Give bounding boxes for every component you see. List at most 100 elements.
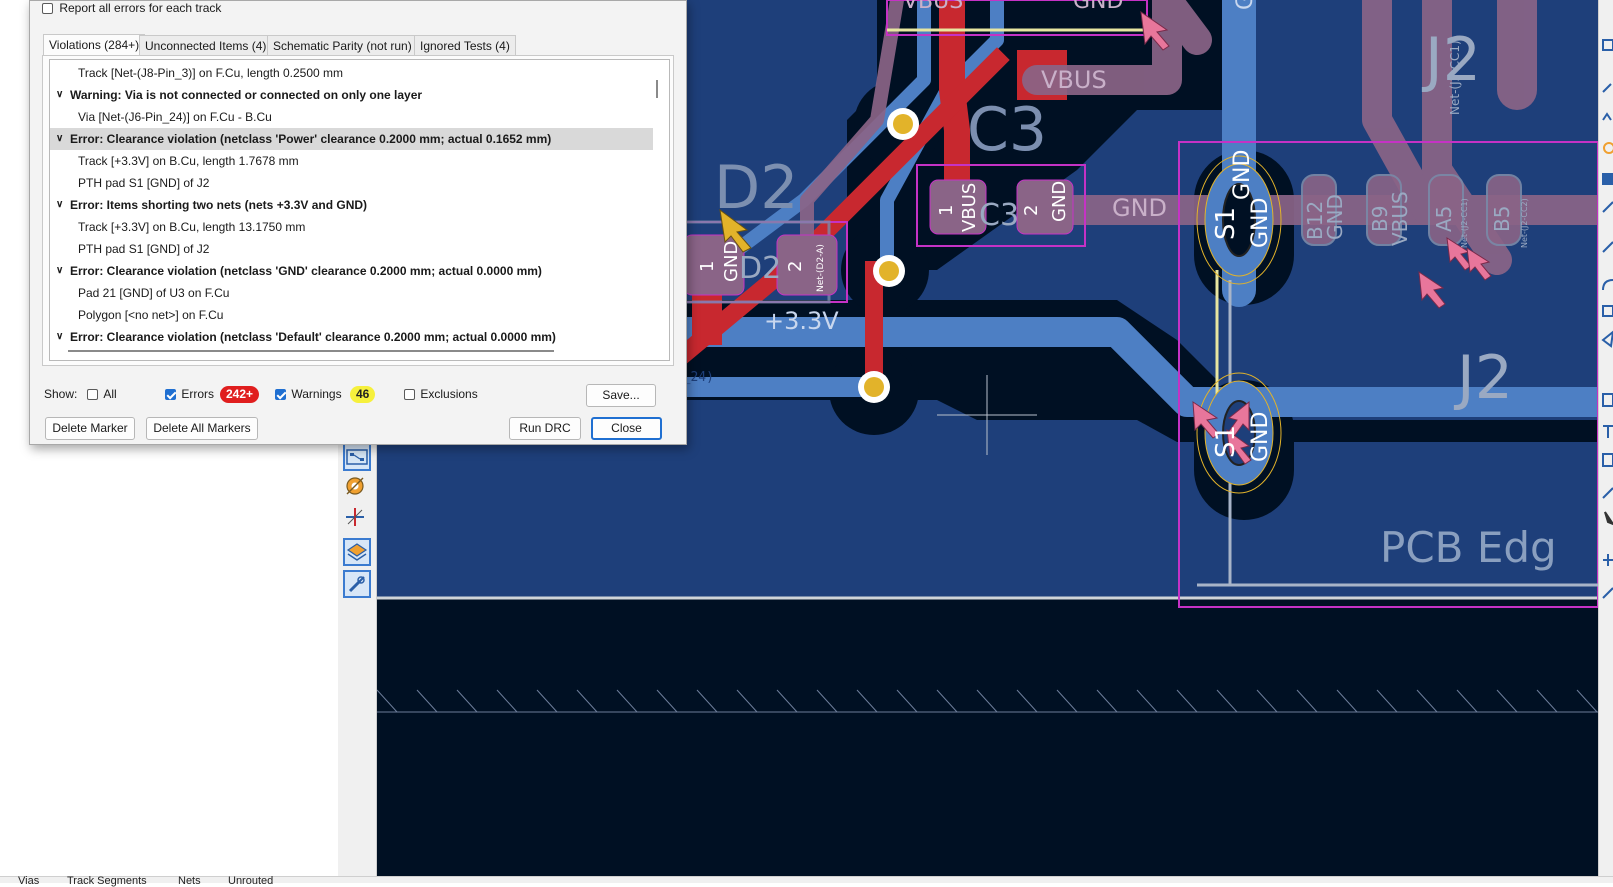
draw-line-icon: [1602, 241, 1613, 253]
run-drc-button[interactable]: Run DRC: [509, 417, 581, 440]
via-display-icon[interactable]: [343, 474, 371, 502]
route-diff-pair-icon: [1602, 112, 1612, 121]
vertical-scrollbar[interactable]: [656, 80, 658, 98]
right-toolbar: [1598, 0, 1613, 876]
list-item[interactable]: Track [+3.3V] on B.Cu, length 1.7678 mm: [50, 150, 653, 172]
list-item[interactable]: ∨ Warning: Via is not connected or connec…: [50, 84, 653, 106]
layers-icon[interactable]: [343, 538, 371, 566]
ratsnest-icon[interactable]: [343, 505, 371, 533]
c3-reference-large: C3: [967, 95, 1047, 165]
list-item[interactable]: PTH pad S1 [GND] of J2: [50, 172, 653, 194]
c3-pin2: 2: [1021, 205, 1042, 216]
filter-errors-checkbox[interactable]: [165, 389, 176, 400]
d2-reference: D2: [714, 153, 798, 223]
list-item[interactable]: ∨ Error: Clearance violation (netclass 'D…: [50, 326, 653, 348]
v33-net-label: +3.3V: [764, 307, 839, 335]
cursor-icon: [1604, 511, 1613, 526]
vbus-top-label: VBUS: [903, 0, 963, 14]
g-top-label: G: [1233, 0, 1258, 10]
net-cc2-small: Net-(J2-CC2): [1520, 198, 1529, 248]
list-item[interactable]: ∨ Error: Items shorting two nets (nets +3…: [50, 194, 653, 216]
warnings-count-badge: 46: [350, 386, 376, 403]
pcb-edge-label: PCB Edg: [1380, 523, 1557, 572]
add-keepout-icon: [1602, 201, 1613, 213]
add-text-icon: [1603, 425, 1613, 438]
tab-unconnected-items[interactable]: Unconnected Items (4): [139, 35, 273, 55]
properties-icon[interactable]: [343, 570, 371, 598]
s1-bottom-label: S1: [1211, 425, 1241, 458]
c3-reference: C3: [979, 198, 1019, 233]
delete-all-markers-button[interactable]: Delete All Markers: [146, 417, 258, 440]
filter-all[interactable]: All: [87, 387, 117, 401]
errors-count-badge: 242+: [220, 386, 260, 403]
b9-vbus-label: VBUS: [1388, 191, 1412, 246]
draw-arc-icon: [1602, 279, 1613, 291]
filter-exclusions-checkbox[interactable]: [404, 389, 415, 400]
select-icon: [1602, 39, 1613, 51]
report-all-label: Report all errors for each track: [59, 1, 222, 15]
add-zone-icon: [1602, 173, 1613, 185]
list-item[interactable]: PTH pad S1 [GND] of J2: [50, 238, 653, 260]
via: [887, 108, 919, 140]
filter-warnings-checkbox[interactable]: [275, 389, 286, 400]
list-item[interactable]: Track [Net-(J8-Pin_3)] on F.Cu, length 0…: [50, 62, 653, 84]
s1-gnd-c: GND: [1248, 412, 1273, 462]
report-all-checkbox[interactable]: [42, 3, 53, 14]
drc-dialog: Report all errors for each track Violati…: [29, 0, 687, 445]
list-item[interactable]: ∨ Error: Clearance violation (netclass 'G…: [50, 260, 653, 282]
status-unrouted: Unrouted: [228, 875, 274, 887]
left-toolbar: [338, 440, 377, 876]
add-textbox-icon: [1602, 453, 1613, 467]
measure-icon: [1602, 587, 1613, 599]
gnd-net-label: GND: [1112, 194, 1167, 222]
c3-gnd: GND: [1049, 181, 1070, 222]
s1-top-label: S1: [1211, 207, 1241, 240]
a5-label: A5: [1432, 206, 1456, 232]
net-cc1-label: Net-(J2-CC1): [1448, 40, 1462, 115]
list-item-selected[interactable]: ∨ Error: Clearance violation (netclass 'P…: [50, 128, 653, 150]
hatched-zone: [377, 689, 1598, 713]
list-item[interactable]: Polygon [<no net>] on F.Cu: [50, 304, 653, 326]
list-item[interactable]: Pad 21 [GND] of U3 on F.Cu: [50, 282, 653, 304]
filter-exclusions[interactable]: Exclusions: [404, 387, 478, 401]
list-item[interactable]: Via [Net-(J6-Pin_24)] on F.Cu - B.Cu: [50, 106, 653, 128]
filter-all-checkbox[interactable]: [87, 389, 98, 400]
delete-marker-button[interactable]: Delete Marker: [45, 417, 135, 440]
d2-pin2: 2: [785, 261, 806, 272]
status-nets: Nets: [178, 875, 201, 887]
add-via-icon: [1603, 142, 1613, 154]
show-label: Show:: [44, 387, 78, 401]
dimension-icon: [1602, 487, 1613, 499]
d2-pin1: 1: [697, 261, 718, 272]
save-button[interactable]: Save...: [586, 384, 656, 407]
filter-errors[interactable]: Errors: [165, 387, 214, 401]
d2-gnd: GND: [721, 241, 742, 282]
c3-pin1: 1: [936, 205, 957, 216]
s1-gnd-a: GND: [1230, 150, 1255, 200]
vbus-net-label: VBUS: [1041, 66, 1107, 94]
violations-list[interactable]: Track [Net-(J8-Pin_3)] on F.Cu, length 0…: [49, 59, 670, 361]
via: [873, 255, 905, 287]
report-all-option[interactable]: Report all errors for each track: [42, 1, 221, 15]
d2-pad-reference: D2: [739, 251, 781, 286]
grid-origin-icon: [1603, 554, 1613, 566]
pads-display-icon[interactable]: [343, 443, 371, 471]
close-button[interactable]: Close: [591, 417, 662, 440]
j2-reference-mid: J2: [1453, 343, 1513, 413]
add-image-icon: [1602, 393, 1613, 407]
net-cc1-small: Net-(J2-CC1): [1460, 198, 1469, 248]
tab-schematic-parity[interactable]: Schematic Parity (not run): [267, 35, 418, 55]
tab-violations[interactable]: Violations (284+): [43, 34, 146, 56]
draw-rect-icon: [1602, 305, 1613, 317]
status-vias: Vias: [18, 875, 40, 887]
d2-net: Net-(D2-A): [816, 244, 826, 292]
route-track-icon: [1602, 83, 1612, 93]
list-item[interactable]: Track [+3.3V] on B.Cu, length 13.1750 mm: [50, 216, 653, 238]
filter-warnings[interactable]: Warnings: [275, 387, 342, 401]
b5-label: B5: [1490, 206, 1514, 232]
via: [858, 371, 890, 403]
tab-ignored-tests[interactable]: Ignored Tests (4): [414, 35, 516, 55]
status-track-segments: Track Segments: [67, 875, 147, 887]
horizontal-scrollbar[interactable]: [68, 350, 554, 352]
s1-gnd-b: GND: [1248, 198, 1273, 248]
